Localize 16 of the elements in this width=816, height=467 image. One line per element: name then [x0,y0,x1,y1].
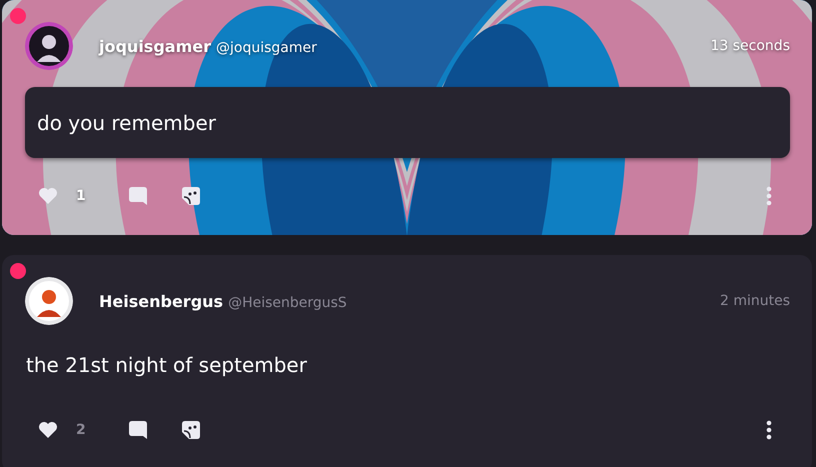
sticker-icon[interactable] [181,420,201,440]
author-name[interactable]: joquisgamer [99,36,211,56]
post-time: 2 minutes [720,293,790,309]
post-time: 13 seconds [710,38,790,54]
author-handle[interactable]: @joquisgamer [216,40,317,56]
heart-icon[interactable] [38,421,58,439]
avatar[interactable] [25,22,73,70]
post-text: the 21st night of september [25,353,308,377]
like-count: 1 [76,188,87,204]
like-count: 2 [76,422,87,438]
comment-icon[interactable] [128,420,148,440]
author-name[interactable]: Heisenbergus [99,292,224,310]
avatar[interactable] [25,277,73,325]
more-options-icon[interactable] [766,420,772,440]
post-text: do you remember [25,87,790,158]
author-handle[interactable]: @HeisenbergusS [228,294,347,310]
